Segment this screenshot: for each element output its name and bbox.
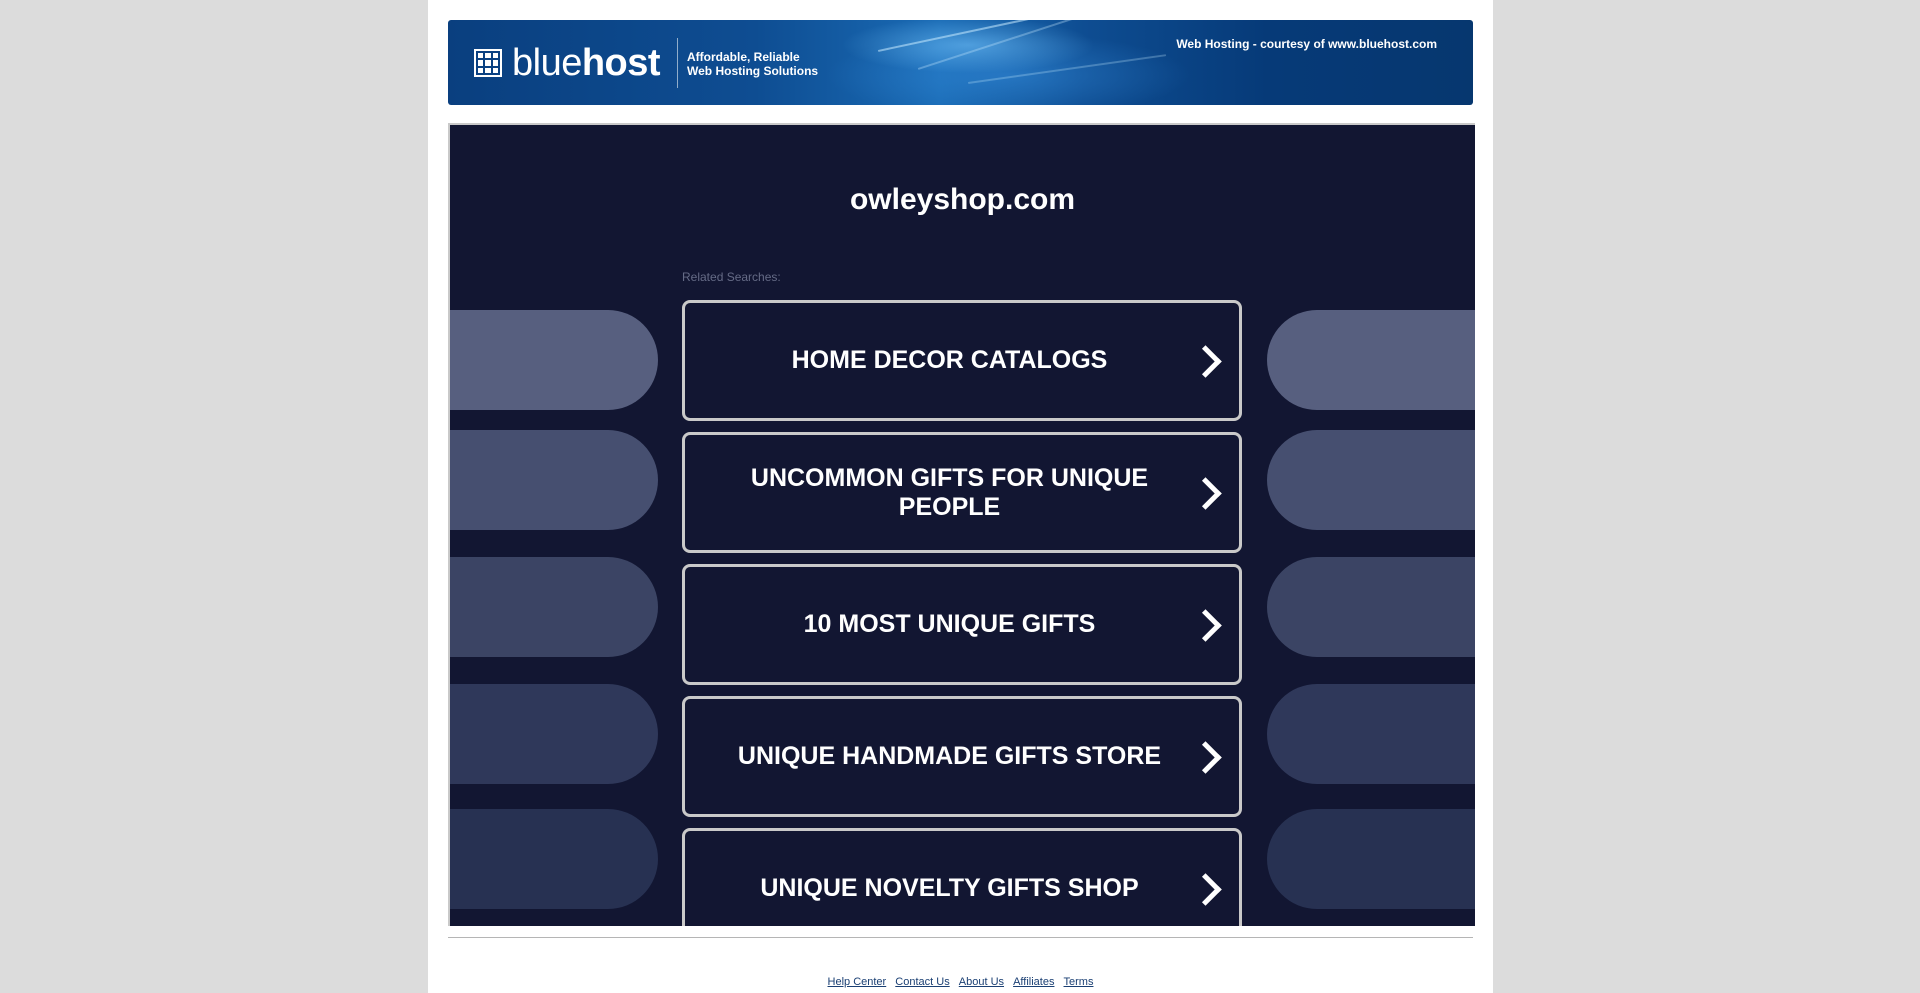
related-search-label: UNIQUE HANDMADE GIFTS STORE <box>737 742 1162 770</box>
decor-pill <box>1267 430 1475 530</box>
related-search-label: UNIQUE NOVELTY GIFTS SHOP <box>760 874 1139 902</box>
banner-divider <box>677 38 678 88</box>
decor-pill <box>1267 809 1475 909</box>
related-search-link[interactable]: UNIQUE NOVELTY GIFTS SHOP <box>682 828 1242 926</box>
domain-title: owleyshop.com <box>849 183 1076 216</box>
tagline: Affordable, Reliable Web Hosting Solutio… <box>687 50 818 78</box>
logo-wordmark: bluehost <box>512 42 661 84</box>
chevron-right-icon <box>1189 872 1222 906</box>
footer-divider <box>448 937 1473 938</box>
parked-domain-panel: owleyshop.com Related Searches: HOME DEC… <box>448 123 1475 926</box>
related-search-link[interactable]: HOME DECOR CATALOGS <box>682 300 1242 421</box>
page-container: bluehost Affordable, Reliable Web Hostin… <box>428 0 1493 993</box>
chevron-right-icon <box>1189 608 1222 642</box>
decor-pill <box>450 809 658 909</box>
related-search-label: UNCOMMON GIFTS FOR UNIQUE PEOPLE <box>750 463 1149 521</box>
related-search-link[interactable]: 10 MOST UNIQUE GIFTS <box>682 564 1242 685</box>
related-search-link[interactable]: UNCOMMON GIFTS FOR UNIQUE PEOPLE <box>682 432 1242 553</box>
decor-pill <box>450 310 658 410</box>
banner-light-streak <box>967 54 1167 84</box>
footer-link-help-center[interactable]: Help Center <box>828 976 887 988</box>
grid-square-icon <box>474 49 502 77</box>
tagline-line-2: Web Hosting Solutions <box>687 64 819 78</box>
hosting-courtesy-link[interactable]: Web Hosting - courtesy of www.bluehost.c… <box>1176 37 1437 51</box>
related-search-link[interactable]: UNIQUE HANDMADE GIFTS STORE <box>682 696 1242 817</box>
decor-pill <box>1267 684 1475 784</box>
bluehost-logo[interactable]: bluehost <box>474 42 661 84</box>
footer-link-about-us[interactable]: About Us <box>959 976 1004 988</box>
decor-pill <box>450 557 658 657</box>
decor-pill <box>1267 557 1475 657</box>
related-search-label: 10 MOST UNIQUE GIFTS <box>803 610 1096 638</box>
tagline-line-1: Affordable, Reliable <box>687 50 800 64</box>
decor-pill <box>450 684 658 784</box>
related-search-label: HOME DECOR CATALOGS <box>791 346 1108 374</box>
chevron-right-icon <box>1189 476 1222 510</box>
footer-links: Help Center Contact Us About Us Affiliat… <box>428 976 1493 988</box>
banner-light-streak <box>877 20 1133 52</box>
chevron-right-icon <box>1189 344 1222 378</box>
footer-link-affiliates[interactable]: Affiliates <box>1013 976 1054 988</box>
header-banner: bluehost Affordable, Reliable Web Hostin… <box>448 20 1473 105</box>
related-searches-label: Related Searches: <box>682 270 781 284</box>
decor-pill <box>1267 310 1475 410</box>
footer-link-terms[interactable]: Terms <box>1064 976 1094 988</box>
decor-pill <box>450 430 658 530</box>
footer-link-contact-us[interactable]: Contact Us <box>895 976 949 988</box>
chevron-right-icon <box>1189 740 1222 774</box>
